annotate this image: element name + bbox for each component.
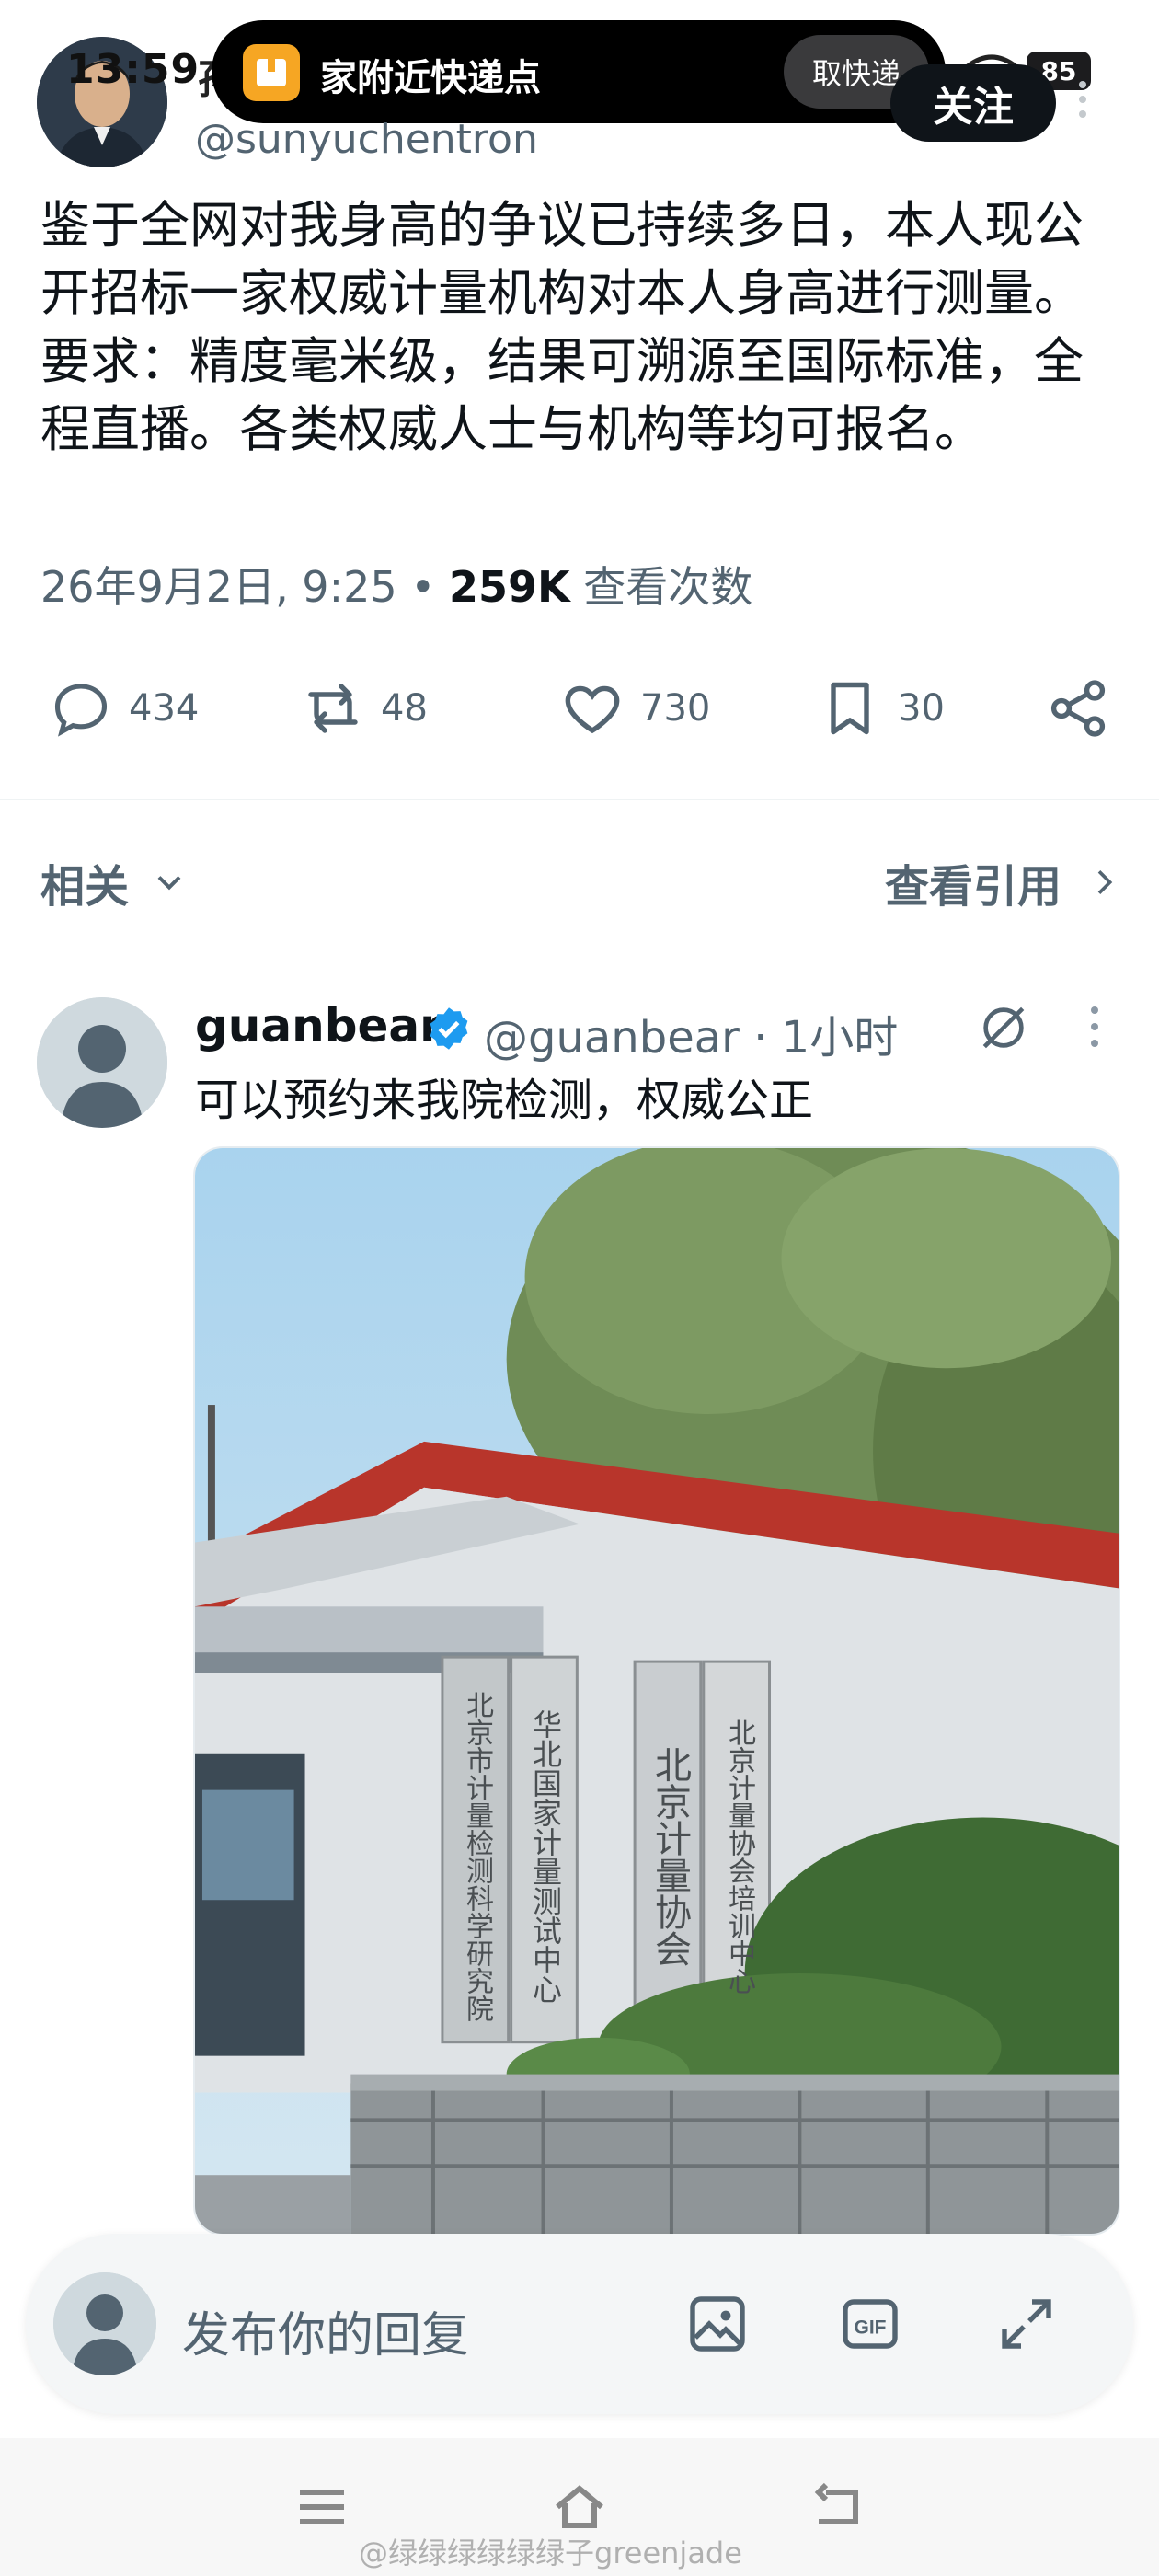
repost-action[interactable]: 48 <box>300 672 428 745</box>
user-avatar <box>53 2272 156 2375</box>
reply-action[interactable]: 434 <box>48 672 199 745</box>
repost-count: 48 <box>381 687 428 730</box>
chevron-down-icon <box>157 876 181 891</box>
reply-icon <box>54 684 108 737</box>
reply-composer[interactable]: 发布你的回复 GIF <box>26 2234 1133 2414</box>
like-action[interactable]: 730 <box>559 672 710 745</box>
image-icon[interactable] <box>684 2291 751 2357</box>
view-quotes-link[interactable]: 查看引用 <box>885 850 1122 914</box>
like-count: 730 <box>640 687 711 730</box>
reply-avatar[interactable] <box>37 997 167 1128</box>
plaque-text: 华北国家计量测试中心 <box>528 1709 563 2004</box>
share-icon <box>1050 680 1106 737</box>
chevron-right-icon <box>1097 870 1113 894</box>
expand-icon[interactable] <box>993 2291 1060 2357</box>
bookmark-icon <box>831 682 869 735</box>
view-quotes-label: 查看引用 <box>884 861 1061 913</box>
watermark-text: @绿绿绿绿绿绿子greenjade <box>359 2536 742 2570</box>
view-label: 查看次数 <box>569 562 753 612</box>
back-icon[interactable] <box>808 2480 866 2534</box>
status-time: 13:59 <box>66 46 201 93</box>
reply-author-name[interactable]: guanbear <box>195 999 442 1052</box>
author-handle[interactable]: @sunyuchentron <box>195 116 538 163</box>
home-icon[interactable] <box>550 2480 609 2534</box>
plaque-text: 北京计量协会培训中心 <box>723 1719 755 1995</box>
tweet-date: 26年9月2日, 9:25 • <box>40 562 449 612</box>
related-dropdown[interactable]: 相关 <box>40 850 189 914</box>
plaque-text: 北京市计量检测科学研究院 <box>461 1691 493 2022</box>
grok-icon[interactable] <box>975 999 1032 1056</box>
package-app-icon <box>243 44 300 101</box>
reply-handle-time: @guanbear · 1小时 <box>484 1012 899 1064</box>
reply-more-icon[interactable] <box>1089 1006 1100 1054</box>
more-options-icon[interactable] <box>1076 81 1089 127</box>
gif-icon[interactable]: GIF <box>837 2291 903 2357</box>
verified-badge-icon <box>430 1007 468 1050</box>
island-text: 家附近快递点 <box>320 57 541 99</box>
follow-button[interactable]: 关注 <box>890 64 1056 142</box>
tweet-actions: 434 48 730 30 <box>0 672 1159 745</box>
bookmark-action[interactable]: 30 <box>817 672 945 745</box>
view-count[interactable]: 259K <box>449 562 570 612</box>
related-label: 相关 <box>40 861 130 913</box>
bookmark-count: 30 <box>898 687 945 730</box>
reply-photo[interactable]: 北京市计量检测科学研究院 华北国家计量测试中心 北京计量协会 北京计量协会培训中… <box>193 1146 1120 2236</box>
reply-count: 434 <box>129 687 200 730</box>
reply-input[interactable]: 发布你的回复 <box>182 2296 469 2365</box>
heart-icon <box>565 685 620 734</box>
tweet-meta: 26年9月2日, 9:25 • 259K 查看次数 <box>40 554 752 615</box>
reply-text: 可以预约来我院检测，权威公正 <box>195 1075 814 1126</box>
share-action[interactable] <box>1045 672 1111 745</box>
section-divider <box>0 799 1159 800</box>
svg-text:GIF: GIF <box>855 2317 887 2339</box>
plaque-text: 北京计量协会 <box>648 1746 691 1967</box>
dynamic-island[interactable]: 家附近快递点 取快递 <box>212 20 946 123</box>
menu-icon[interactable] <box>293 2480 351 2534</box>
tweet-text: 鉴于全网对我身高的争议已持续多日，本人现公开招标一家权威计量机构对本人身高进行测… <box>40 196 1084 458</box>
repost-icon <box>308 684 358 733</box>
